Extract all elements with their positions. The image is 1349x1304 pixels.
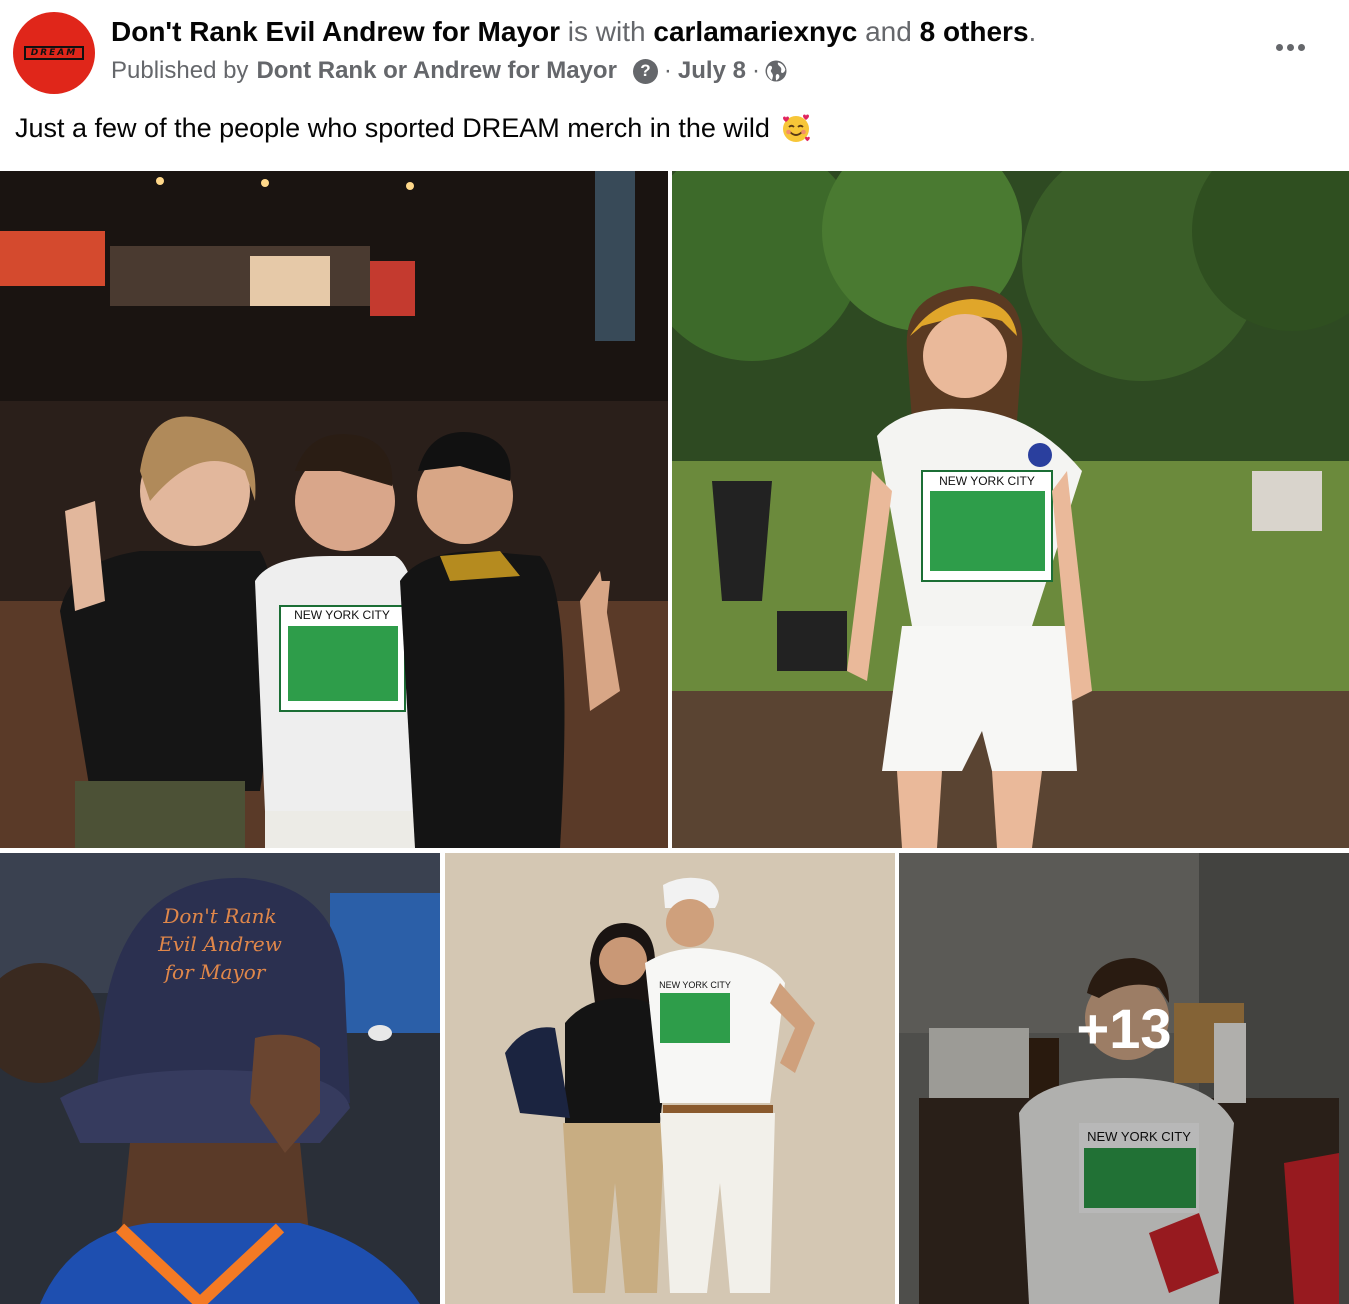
- hat-line-2: Evil Andrew: [157, 932, 282, 956]
- and-text: and: [865, 16, 912, 47]
- post-title-line: Don't Rank Evil Andrew for Mayor is with…: [111, 15, 1036, 49]
- separator: ·: [751, 57, 760, 84]
- shirt-text-top: NEW YORK CITY: [659, 980, 731, 990]
- photo-4-image: NEW YORK CITY: [445, 853, 895, 1304]
- separator: ·: [663, 57, 672, 84]
- smiling-face-with-hearts-emoji: [782, 114, 810, 142]
- hat-line-1: Don't Rank: [162, 904, 276, 928]
- photo-5[interactable]: NEW YORK CITY +13: [899, 853, 1349, 1304]
- others-link[interactable]: 8 others: [920, 16, 1029, 47]
- photo-3-image: Don't Rank Evil Andrew for Mayor: [0, 853, 440, 1304]
- more-photos-count: +13: [1076, 997, 1172, 1060]
- photo-1[interactable]: NEW YORK CITY: [0, 171, 668, 848]
- photo-1-image: NEW YORK CITY: [0, 171, 668, 848]
- globe-icon[interactable]: [764, 59, 788, 83]
- more-options-button[interactable]: [1268, 30, 1312, 64]
- with-text: is with: [567, 16, 646, 47]
- page-name-link[interactable]: Don't Rank Evil Andrew for Mayor: [111, 16, 560, 47]
- post-meta-line: Published by Dont Rank or Andrew for May…: [111, 56, 788, 86]
- more-options-dot: [1286, 43, 1294, 51]
- help-icon[interactable]: ?: [632, 58, 658, 84]
- post-date-link[interactable]: July 8: [678, 56, 746, 86]
- hat-line-3: for Mayor: [163, 960, 267, 984]
- page-avatar[interactable]: DREAM: [13, 12, 95, 94]
- photo-3[interactable]: Don't Rank Evil Andrew for Mayor: [0, 853, 440, 1304]
- title-period: .: [1028, 16, 1037, 47]
- photo-2-image: NEW YORK CITY: [672, 171, 1349, 848]
- photo-4[interactable]: NEW YORK CITY: [445, 853, 895, 1304]
- caption-text: Just a few of the people who sported DRE…: [15, 113, 770, 143]
- photo-2[interactable]: NEW YORK CITY: [672, 171, 1349, 848]
- dream-logo: DREAM: [24, 46, 84, 60]
- more-options-icon: [1275, 43, 1283, 51]
- shirt-text-top: NEW YORK CITY: [939, 474, 1035, 488]
- more-photos-overlay[interactable]: +13: [899, 853, 1349, 1304]
- publisher-link[interactable]: Dont Rank or Andrew for Mayor: [256, 56, 616, 86]
- post-header: DREAM Don't Rank Evil Andrew for Mayor i…: [0, 0, 1349, 100]
- more-options-dot: [1297, 43, 1305, 51]
- shirt-text-top: NEW YORK CITY: [294, 608, 390, 622]
- post-caption: Just a few of the people who sported DRE…: [15, 110, 812, 146]
- tagged-user-link[interactable]: carlamariexnyc: [653, 16, 857, 47]
- published-by-label: Published by: [111, 57, 249, 84]
